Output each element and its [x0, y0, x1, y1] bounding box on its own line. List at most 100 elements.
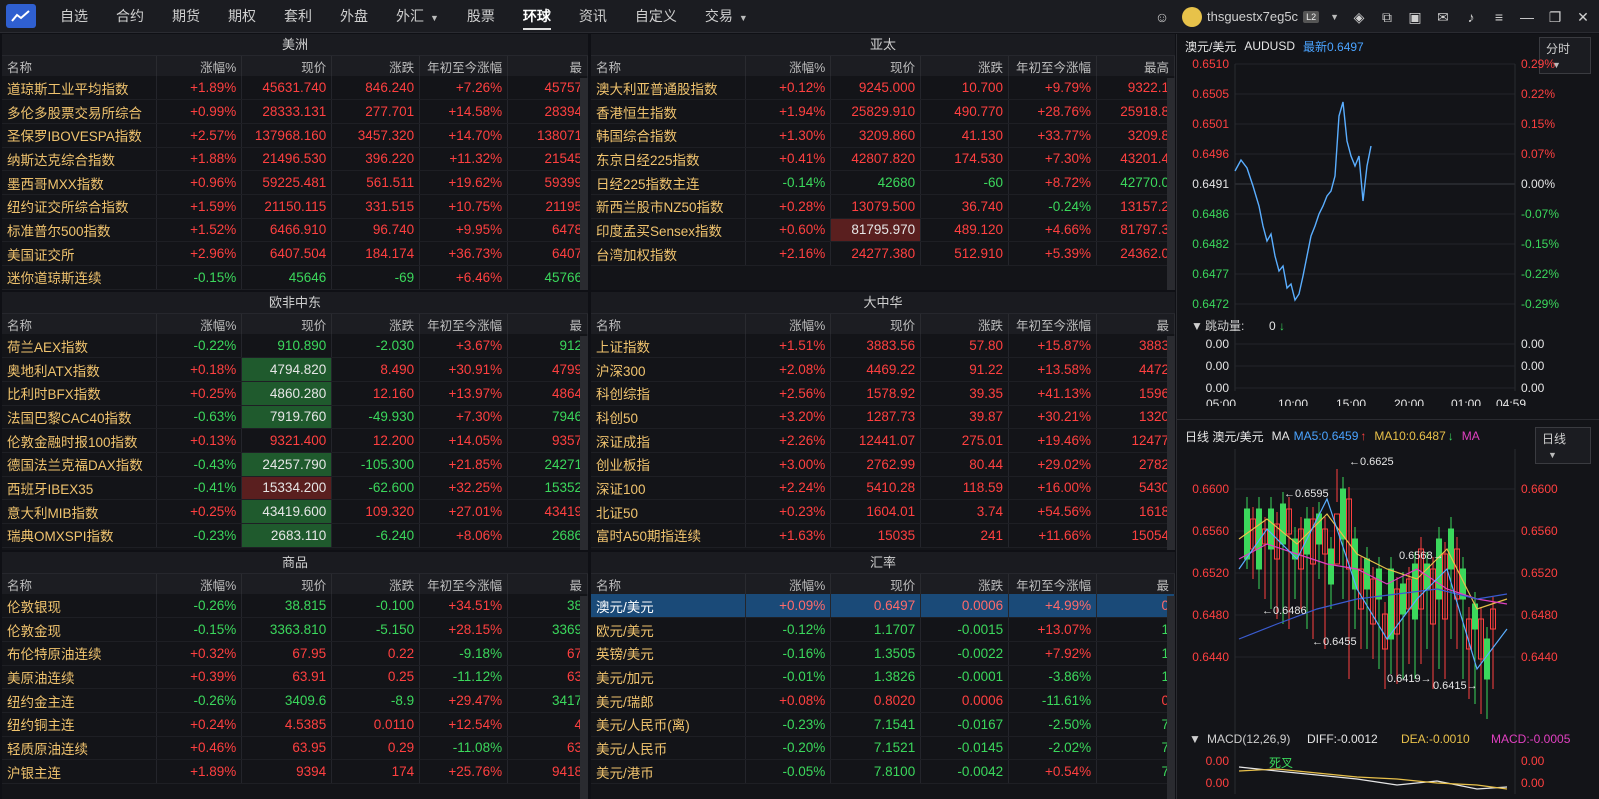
- column-header[interactable]: 现价: [830, 574, 922, 594]
- column-header[interactable]: 年初至今涨幅: [1008, 314, 1098, 334]
- vertical-scrollbar[interactable]: [580, 596, 588, 799]
- table-row[interactable]: 英镑/美元 -0.16% 1.3505 -0.0022 +7.92% 1: [591, 641, 1175, 666]
- table-row[interactable]: 上证指数 +1.51% 3883.56 57.80 +15.87% 3883: [591, 334, 1175, 359]
- column-header[interactable]: 年初至今涨幅: [1008, 574, 1098, 594]
- export-icon[interactable]: ⧉: [1379, 10, 1395, 24]
- column-header[interactable]: 名称: [2, 574, 158, 594]
- table-row[interactable]: 荷兰AEX指数 -0.22% 910.890 -2.030 +3.67% 912: [2, 334, 588, 359]
- table-row[interactable]: 布伦特原油连续 +0.32% 67.95 0.22 -9.18% 67: [2, 641, 588, 666]
- nav-item-4[interactable]: 套利: [270, 0, 326, 33]
- table-row[interactable]: 法国巴黎CAC40指数 -0.63% 7919.760 -49.930 +7.30% 79…: [2, 405, 588, 430]
- table-row[interactable]: 深证成指 +2.26% 12441.07 275.01 +19.46% 12477: [591, 428, 1175, 453]
- table-row[interactable]: 道琼斯工业平均指数 +1.89% 45631.740 846.240 +7.26% 457…: [2, 76, 588, 101]
- column-header[interactable]: 涨跌: [920, 574, 1010, 594]
- column-header[interactable]: 现价: [241, 56, 333, 76]
- table-row[interactable]: 印度孟买Sensex指数 +0.60% 81795.970 489.120 +4.66%…: [591, 218, 1175, 243]
- table-row[interactable]: 纽约金主连 -0.26% 3409.6 -8.9 +29.47% 3417: [2, 688, 588, 713]
- maximize-icon[interactable]: ❐: [1547, 10, 1563, 24]
- nav-item-7[interactable]: 股票: [453, 0, 509, 33]
- column-header[interactable]: 最高: [1096, 56, 1175, 76]
- table-row[interactable]: 科创综指 +2.56% 1578.92 39.35 +41.13% 1596: [591, 381, 1175, 406]
- table-row[interactable]: 科创50 +3.20% 1287.73 39.87 +30.21% 1320: [591, 405, 1175, 430]
- table-row[interactable]: 欧元/美元 -0.12% 1.1707 -0.0015 +13.07% 1: [591, 617, 1175, 642]
- table-row[interactable]: 美元/港币 -0.05% 7.8100 -0.0042 +0.54% 7: [591, 759, 1175, 784]
- nav-item-9[interactable]: 资讯: [565, 0, 621, 33]
- table-row[interactable]: 纽约铜主连 +0.24% 4.5385 0.0110 +12.54% 4: [2, 712, 588, 737]
- column-header[interactable]: 名称: [591, 314, 747, 334]
- vertical-scrollbar[interactable]: [580, 78, 588, 290]
- user-menu[interactable]: thsguestx7eg5c L2 ▼: [1181, 6, 1339, 27]
- column-header[interactable]: 年初至今涨幅: [419, 56, 509, 76]
- intraday-chart[interactable]: 0.6510 0.29% 0.6505 0.22% 0.6501 0.15% 0.6496 0…: [1177, 56, 1599, 406]
- table-row[interactable]: 纳斯达克综合指数 +1.88% 21496.530 396.220 +11.32% 215…: [2, 147, 588, 172]
- video-icon[interactable]: ▣: [1407, 10, 1423, 24]
- column-header[interactable]: 现价: [830, 314, 922, 334]
- table-row[interactable]: 伦敦金融时报100指数 +0.13% 9321.400 12.200 +14.05% 93…: [2, 428, 588, 453]
- nav-item-8[interactable]: 环球: [509, 0, 565, 33]
- column-header[interactable]: 最: [507, 574, 588, 594]
- close-icon[interactable]: ✕: [1575, 10, 1591, 24]
- column-header[interactable]: 年初至今涨幅: [1008, 56, 1098, 76]
- column-header[interactable]: 涨跌: [920, 314, 1010, 334]
- table-row[interactable]: 香港恒生指数 +1.94% 25829.910 490.770 +28.76% 25918…: [591, 99, 1175, 124]
- table-row[interactable]: 墨西哥MXX指数 +0.96% 59225.481 561.511 +19.62% 593…: [2, 170, 588, 195]
- column-header[interactable]: 涨幅%: [745, 56, 832, 76]
- column-header[interactable]: 涨幅%: [156, 574, 243, 594]
- table-row[interactable]: 富时A50期指连续 +1.63% 15035 241 +11.66% 15054: [591, 523, 1175, 548]
- table-row[interactable]: 德国法兰克福DAX指数 -0.43% 24257.790 -105.300 +21.85…: [2, 452, 588, 477]
- vertical-scrollbar[interactable]: [1167, 78, 1175, 290]
- vertical-scrollbar[interactable]: [1167, 596, 1175, 799]
- column-header[interactable]: 名称: [2, 56, 158, 76]
- nav-item-2[interactable]: 期货: [158, 0, 214, 33]
- bell-icon[interactable]: ♪: [1463, 10, 1479, 24]
- column-header[interactable]: 最: [1096, 314, 1175, 334]
- table-row[interactable]: 美元/瑞郎 +0.08% 0.8020 0.0006 -11.61% 0: [591, 688, 1175, 713]
- column-header[interactable]: 涨幅%: [745, 314, 832, 334]
- table-row[interactable]: 比利时BFX指数 +0.25% 4860.280 12.160 +13.97% 4864: [2, 381, 588, 406]
- nav-item-0[interactable]: 自选: [46, 0, 102, 33]
- column-header[interactable]: 名称: [591, 56, 747, 76]
- column-header[interactable]: 涨幅%: [156, 56, 243, 76]
- table-row[interactable]: 意大利MIB指数 +0.25% 43419.600 109.320 +27.01% 434…: [2, 499, 588, 524]
- table-row[interactable]: 创业板指 +3.00% 2762.99 80.44 +29.02% 2782: [591, 452, 1175, 477]
- table-row[interactable]: 轻质原油连续 +0.46% 63.95 0.29 -11.08% 63: [2, 736, 588, 761]
- column-header[interactable]: 最: [507, 314, 588, 334]
- column-header[interactable]: 涨幅%: [156, 314, 243, 334]
- table-row[interactable]: 伦敦金现 -0.15% 3363.810 -5.150 +28.15% 3369: [2, 617, 588, 642]
- column-header[interactable]: 名称: [2, 314, 158, 334]
- table-row[interactable]: 美原油连续 +0.39% 63.91 0.25 -11.12% 63: [2, 665, 588, 690]
- column-header[interactable]: 最: [507, 56, 588, 76]
- layers-icon[interactable]: ◈: [1351, 10, 1367, 24]
- table-row[interactable]: 台湾加权指数 +2.16% 24277.380 512.910 +5.39% 24362.…: [591, 241, 1175, 266]
- table-row[interactable]: 北证50 +0.23% 1604.01 3.74 +54.56% 1618: [591, 499, 1175, 524]
- column-header[interactable]: 涨幅%: [745, 574, 832, 594]
- mail-icon[interactable]: ✉: [1435, 10, 1451, 24]
- column-header[interactable]: 涨跌: [920, 56, 1010, 76]
- menu-icon[interactable]: ≡: [1491, 10, 1507, 24]
- table-row[interactable]: 东京日经225指数 +0.41% 42807.820 174.530 +7.30% 432…: [591, 147, 1175, 172]
- column-header[interactable]: 年初至今涨幅: [419, 314, 509, 334]
- column-header[interactable]: 现价: [241, 314, 333, 334]
- table-row[interactable]: 深证100 +2.24% 5410.28 118.59 +16.00% 5430: [591, 476, 1175, 501]
- table-row[interactable]: 沪银主连 +1.89% 9394 174 +25.76% 9418: [2, 759, 588, 784]
- table-row[interactable]: 沪深300 +2.08% 4469.22 91.22 +13.58% 4472: [591, 357, 1175, 382]
- table-row[interactable]: 纽约证交所综合指数 +1.59% 21150.115 331.515 +10.75% 21…: [2, 194, 588, 219]
- column-header[interactable]: 现价: [830, 56, 922, 76]
- table-row[interactable]: 伦敦银现 -0.26% 38.815 -0.100 +34.51% 38: [2, 594, 588, 619]
- table-row[interactable]: 日经225指数主连 -0.14% 42680 -60 +8.72% 42770.0: [591, 170, 1175, 195]
- table-row[interactable]: 多伦多股票交易所综合 +0.99% 28333.131 277.701 +14.58% 2…: [2, 99, 588, 124]
- nav-item-10[interactable]: 自定义: [621, 0, 691, 33]
- table-row[interactable]: 美元/人民币 -0.20% 7.1521 -0.0145 -2.02% 7: [591, 736, 1175, 761]
- nav-item-11[interactable]: 交易 ▼: [691, 0, 762, 33]
- table-row[interactable]: 美元/加元 -0.01% 1.3826 -0.0001 -3.86% 1: [591, 665, 1175, 690]
- kline-chart[interactable]: 0.6600 0.6600 0.6560 0.6560 0.6520 0.6520 0.64…: [1177, 449, 1599, 799]
- table-row[interactable]: 西班牙IBEX35 -0.41% 15334.200 -62.600 +32.25% 15…: [2, 476, 588, 501]
- minimize-icon[interactable]: —: [1519, 10, 1535, 24]
- column-header[interactable]: 年初至今涨幅: [419, 574, 509, 594]
- table-row[interactable]: 新西兰股市NZ50指数 +0.28% 13079.500 36.740 -0.24% 13…: [591, 194, 1175, 219]
- column-header[interactable]: 最: [1096, 574, 1175, 594]
- vertical-scrollbar[interactable]: [1167, 336, 1175, 550]
- table-row[interactable]: 奥地利ATX指数 +0.18% 4794.820 8.490 +30.91% 4799: [2, 357, 588, 382]
- app-logo-icon[interactable]: [6, 4, 36, 28]
- vertical-scrollbar[interactable]: [580, 336, 588, 550]
